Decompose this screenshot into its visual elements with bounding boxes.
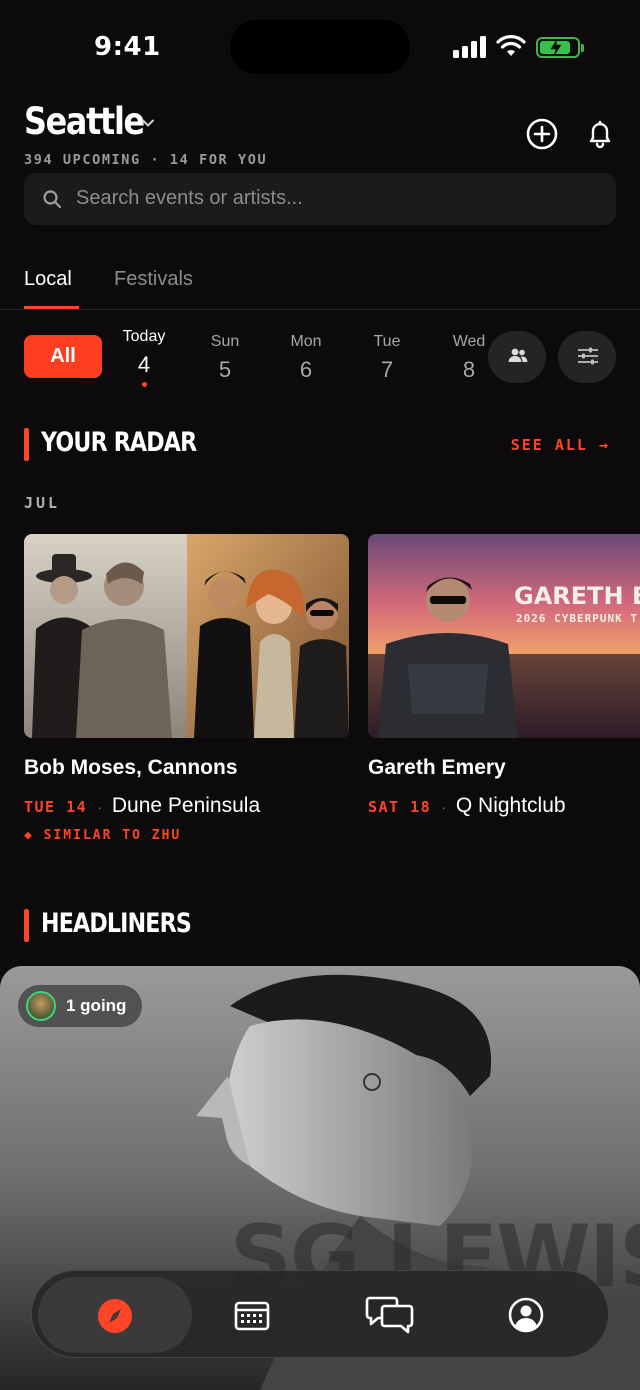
today-dot (141, 382, 147, 387)
going-badge[interactable]: 1 going (18, 985, 143, 1027)
wifi-icon (496, 35, 526, 56)
poster-subtitle: 2026 CYBERPUNK T (516, 612, 638, 625)
event-venue: Dune Peninsula (111, 794, 261, 817)
sliders-icon (578, 347, 598, 365)
section-accent-bar (24, 909, 29, 942)
poster-title: GARETH EME (514, 582, 640, 610)
city-selector[interactable]: Seattle (24, 100, 145, 143)
section-accent-bar (24, 428, 29, 461)
notification-bell-icon[interactable] (580, 114, 620, 154)
chat-icon[interactable] (364, 1295, 416, 1335)
event-meta: SAT 18 · Q Nightclub (368, 794, 566, 817)
event-venue: Q Nightclub (455, 794, 566, 817)
add-event-icon[interactable] (522, 114, 562, 154)
compass-icon (98, 1299, 132, 1333)
day-name: Sun (210, 333, 240, 350)
friends-filter-button[interactable] (488, 331, 546, 383)
day-sun[interactable]: Sun 5 (195, 333, 255, 383)
search-icon (43, 190, 62, 209)
day-date: 5 (218, 357, 232, 382)
event-date: SAT 18 (368, 798, 432, 816)
section-title-headliners: HEADLINERS (41, 908, 192, 939)
event-title[interactable]: Bob Moses, Cannons (24, 756, 238, 780)
filter-all-button[interactable]: All (24, 335, 102, 378)
tab-active-indicator (24, 306, 79, 309)
nav-explore[interactable] (38, 1277, 192, 1353)
section-title-radar: YOUR RADAR (41, 427, 197, 458)
event-meta: TUE 14 · Dune Peninsula (24, 794, 261, 817)
status-bar: 9:41 (0, 0, 640, 96)
event-counts: 394 UPCOMING · 14 FOR YOU (24, 152, 268, 168)
tab-local[interactable]: Local (24, 268, 72, 291)
going-count: 1 going (66, 996, 127, 1015)
day-mon[interactable]: Mon 6 (276, 333, 336, 383)
battery-icon (536, 37, 584, 58)
calendar-icon[interactable] (232, 1295, 272, 1335)
filter-settings-button[interactable] (558, 331, 616, 383)
tab-festivals[interactable]: Festivals (114, 268, 193, 291)
similar-artist-tag: ◆ SIMILAR TO ZHU (24, 828, 182, 843)
bottom-nav (31, 1270, 609, 1358)
dynamic-island (230, 20, 410, 74)
day-name: Mon (290, 333, 322, 350)
event-card-image[interactable]: GARETH EME 2026 CYBERPUNK T (368, 534, 640, 738)
day-name: Tue (373, 333, 401, 350)
chevron-down-icon[interactable] (141, 116, 155, 130)
avatar (26, 991, 56, 1021)
day-tue[interactable]: Tue 7 (357, 333, 417, 383)
event-title[interactable]: Gareth Emery (368, 756, 506, 780)
day-date: 7 (380, 357, 394, 382)
month-label: JUL (24, 494, 61, 512)
status-time: 9:41 (94, 32, 161, 62)
day-name: Today (122, 328, 166, 345)
day-date: 6 (299, 357, 313, 382)
friends-icon (508, 348, 528, 362)
profile-icon[interactable] (506, 1295, 546, 1335)
event-date: TUE 14 (24, 798, 88, 816)
search-bar[interactable]: Search events or artists... (24, 173, 616, 225)
signal-icon (453, 36, 487, 58)
day-date: 4 (137, 352, 151, 377)
day-today[interactable]: Today 4 (114, 328, 174, 387)
see-all-link[interactable]: SEE ALL → (511, 436, 610, 454)
event-card-image[interactable] (24, 534, 349, 738)
search-input[interactable]: Search events or artists... (76, 187, 303, 210)
tab-bar: Local Festivals (0, 264, 640, 310)
